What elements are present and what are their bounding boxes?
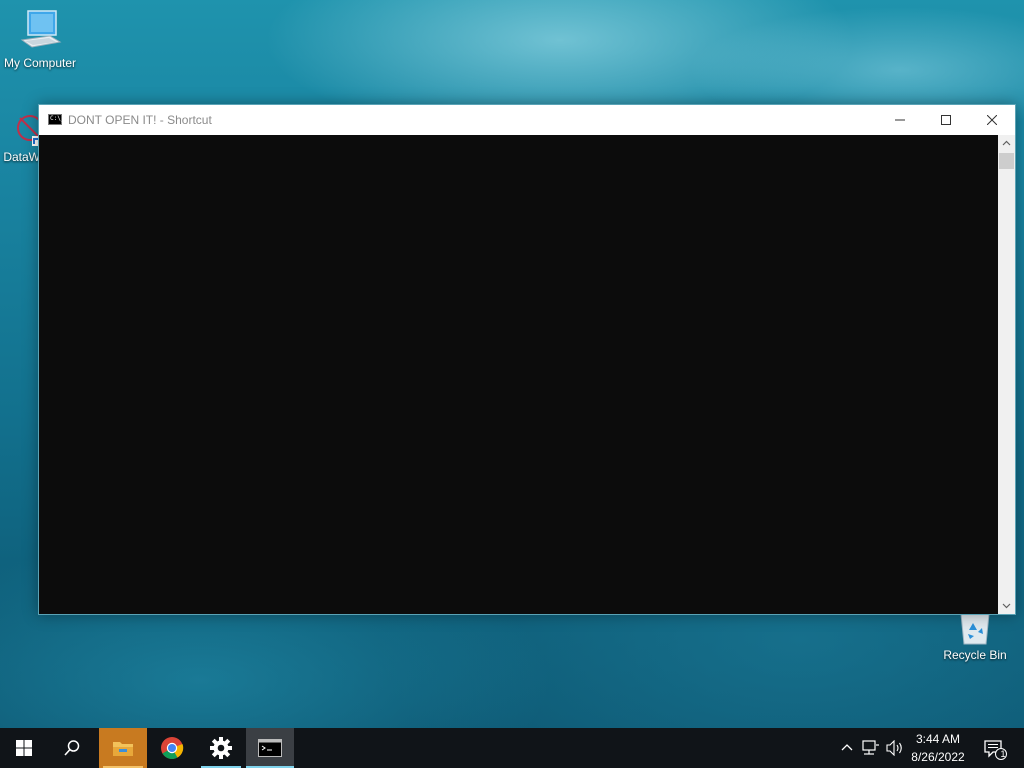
windows-logo-icon xyxy=(16,740,32,756)
scroll-down-button[interactable] xyxy=(998,597,1015,614)
taskbar-command-prompt[interactable] xyxy=(246,728,294,768)
close-button[interactable] xyxy=(969,105,1015,135)
desktop-icon-label: My Computer xyxy=(3,56,77,70)
search-icon xyxy=(64,740,80,756)
start-button[interactable] xyxy=(0,728,48,768)
chevron-down-icon xyxy=(1002,603,1011,609)
action-center-button[interactable]: 1 xyxy=(980,728,1024,768)
command-prompt-icon: C:\_ xyxy=(48,114,65,125)
desktop-icon-my-computer[interactable]: My Computer xyxy=(0,8,80,70)
title-bar[interactable]: C:\_ DONT OPEN IT! - Shortcut xyxy=(39,105,1015,135)
chevron-up-icon xyxy=(1002,140,1011,146)
minimize-icon xyxy=(895,119,905,121)
taskbar-chrome[interactable] xyxy=(148,728,196,768)
notification-count-badge: 1 xyxy=(1000,749,1006,759)
minimize-button[interactable] xyxy=(877,105,923,135)
scrollbar-thumb[interactable] xyxy=(999,153,1014,169)
taskbar-settings[interactable] xyxy=(197,728,245,768)
taskbar-file-explorer[interactable] xyxy=(99,728,147,768)
shortcut-icon xyxy=(17,115,40,146)
chevron-up-icon[interactable] xyxy=(840,741,854,755)
scroll-up-button[interactable] xyxy=(998,135,1015,152)
gear-icon xyxy=(210,737,232,759)
clock-date[interactable]: 8/26/2022 xyxy=(903,750,973,764)
volume-icon[interactable] xyxy=(886,740,904,756)
search-button[interactable] xyxy=(48,728,96,768)
taskbar: 3:44 AM 8/26/2022 1 xyxy=(0,728,1024,768)
desktop-icon-label: DataW xyxy=(3,150,40,164)
maximize-icon xyxy=(941,115,951,125)
console-output-area[interactable] xyxy=(39,135,999,614)
computer-icon xyxy=(20,10,62,48)
network-icon[interactable] xyxy=(862,740,880,756)
command-prompt-icon-text: C:\_ xyxy=(50,115,65,122)
window-title: DONT OPEN IT! - Shortcut xyxy=(68,113,212,127)
chrome-icon xyxy=(161,737,184,759)
desktop-icon-dataw[interactable]: DataW xyxy=(0,108,40,164)
desktop-icon-label: Recycle Bin xyxy=(943,648,1007,662)
clock-time[interactable]: 3:44 AM xyxy=(903,732,973,746)
command-prompt-icon xyxy=(258,739,282,757)
folder-icon xyxy=(113,742,133,756)
desktop-icon-recycle-bin[interactable]: Recycle Bin xyxy=(935,608,1015,662)
maximize-button[interactable] xyxy=(923,105,969,135)
desktop: My Computer DataW Recycle Bin C:\_ DONT … xyxy=(0,0,1024,768)
vertical-scrollbar[interactable] xyxy=(998,135,1015,614)
console-window[interactable]: C:\_ DONT OPEN IT! - Shortcut xyxy=(38,104,1016,615)
close-icon xyxy=(987,115,997,125)
